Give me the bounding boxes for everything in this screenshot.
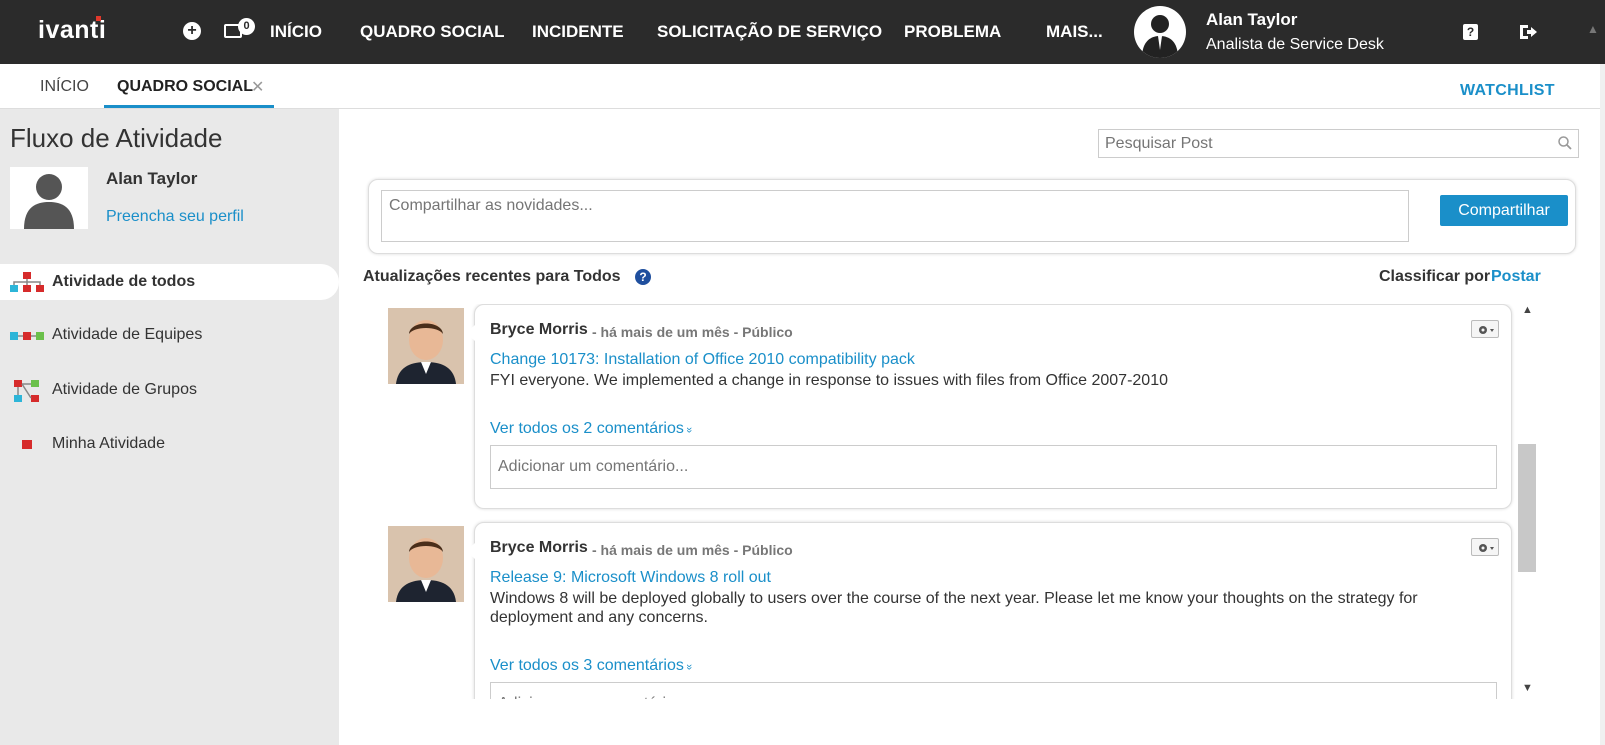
post-author[interactable]: Bryce Morris: [490, 321, 588, 339]
sort-label: Classificar por: [1379, 268, 1491, 285]
post-body: Windows 8 will be deployed globally to u…: [490, 590, 1418, 626]
nav-quadro-social[interactable]: QUADRO SOCIAL: [360, 22, 505, 42]
sidebar-item-label: Atividade de todos: [52, 273, 196, 290]
plus-icon[interactable]: +: [183, 22, 201, 40]
page-scrollbar[interactable]: [1600, 64, 1605, 745]
activity-feed: Bryce Morris - há mais de um mês - Públi…: [339, 304, 1539, 699]
author-photo-icon: [388, 526, 464, 602]
post-meta: - há mais de um mês - Público: [592, 542, 793, 558]
gear-dropdown-icon: [1479, 544, 1494, 552]
team-activity-icon: [10, 332, 44, 340]
post-body: FYI everyone. We implemented a change in…: [490, 372, 1168, 389]
tab-bar: INÍCIO QUADRO SOCIAL ✕ WATCHLIST: [0, 64, 1600, 109]
main-content: Compartilhar Atualizações recentes para …: [339, 109, 1600, 745]
watchlist-link[interactable]: WATCHLIST: [1460, 82, 1555, 100]
user-role: Analista de Service Desk: [1206, 36, 1384, 53]
gear-icon[interactable]: [1471, 538, 1499, 556]
share-input[interactable]: [381, 190, 1409, 242]
post-author[interactable]: Bryce Morris: [490, 539, 588, 557]
top-navigation-bar: ivanti + 0 INÍCIO QUADRO SOCIAL INCIDENT…: [0, 0, 1605, 64]
post-card: Bryce Morris - há mais de um mês - Públi…: [466, 304, 1512, 509]
scroll-down-icon[interactable]: ▼: [1522, 682, 1533, 694]
post-search: [1098, 129, 1579, 158]
nav-mais[interactable]: MAIS...: [1046, 22, 1103, 42]
sidebar-item-label: Minha Atividade: [52, 435, 165, 452]
card-pointer: [466, 543, 475, 559]
post-card: Bryce Morris - há mais de um mês - Públi…: [466, 522, 1512, 699]
group-activity-icon: [14, 380, 39, 402]
complete-profile-link[interactable]: Preencha seu perfil: [106, 208, 244, 226]
chevron-down-icon[interactable]: »: [683, 664, 695, 670]
help-icon[interactable]: ?: [1463, 24, 1478, 40]
share-card: Compartilhar: [368, 179, 1576, 254]
post-title-link[interactable]: Change 10173: Installation of Office 201…: [490, 351, 915, 369]
sidebar-user-name: Alan Taylor: [106, 169, 198, 188]
feed-scrollbar[interactable]: ▲ ▼: [1517, 304, 1537, 699]
sidebar-title: Fluxo de Atividade: [10, 123, 223, 153]
logout-icon[interactable]: [1518, 22, 1538, 42]
user-silhouette-icon: [1142, 15, 1178, 58]
chat-count-badge: 0: [238, 18, 255, 35]
card-pointer: [466, 325, 475, 341]
sidebar-item-my-activity[interactable]: Minha Atividade: [0, 426, 339, 462]
updates-title: Atualizações recentes para Todos: [363, 268, 621, 285]
tab-inicio[interactable]: INÍCIO: [40, 78, 89, 96]
author-photo-icon: [388, 308, 464, 384]
share-button[interactable]: Compartilhar: [1440, 195, 1568, 226]
post-meta: - há mais de um mês - Público: [592, 324, 793, 340]
active-tab-indicator: [104, 105, 274, 108]
nav-solicitacao-servico[interactable]: SOLICITAÇÃO DE SERVIÇO: [657, 22, 882, 42]
chevron-down-icon[interactable]: »: [683, 427, 695, 433]
post-author-avatar[interactable]: [388, 526, 464, 602]
sidebar-item-all-activity[interactable]: Atividade de todos: [0, 264, 339, 300]
scroll-up-icon[interactable]: ▲: [1587, 22, 1599, 36]
close-tab-icon[interactable]: ✕: [251, 77, 264, 97]
scrollbar-thumb[interactable]: [1518, 444, 1536, 572]
logo-accent: [96, 16, 101, 21]
my-activity-icon: [22, 440, 32, 449]
profile-avatar[interactable]: [10, 167, 88, 229]
comment-input[interactable]: [490, 445, 1497, 489]
all-activity-icon: [10, 272, 44, 292]
comment-input[interactable]: [490, 682, 1497, 699]
activity-sidebar: Fluxo de Atividade Alan Taylor Preencha …: [0, 109, 339, 745]
sidebar-item-label: Atividade de Grupos: [52, 381, 197, 398]
search-icon[interactable]: [1558, 136, 1572, 150]
nav-incidente[interactable]: INCIDENTE: [532, 22, 624, 42]
user-name[interactable]: Alan Taylor: [1206, 10, 1297, 30]
view-comments-link[interactable]: Ver todos os 3 comentários»: [490, 657, 695, 675]
sidebar-item-group-activity[interactable]: Atividade de Grupos: [0, 372, 339, 408]
nav-problema[interactable]: PROBLEMA: [904, 22, 1001, 42]
default-avatar-icon: [10, 167, 88, 229]
post-author-avatar[interactable]: [388, 308, 464, 384]
view-comments-link[interactable]: Ver todos os 2 comentários»: [490, 420, 695, 438]
help-icon[interactable]: ?: [635, 269, 651, 285]
gear-icon[interactable]: [1471, 320, 1499, 338]
search-input[interactable]: [1099, 130, 1539, 157]
nav-inicio[interactable]: INÍCIO: [270, 22, 322, 42]
tab-quadro-social[interactable]: QUADRO SOCIAL: [117, 78, 253, 96]
scroll-up-icon[interactable]: ▲: [1522, 304, 1533, 316]
sort-option-link[interactable]: Postar: [1491, 268, 1541, 286]
user-avatar[interactable]: [1134, 6, 1186, 58]
gear-dropdown-icon: [1479, 326, 1494, 334]
sidebar-item-team-activity[interactable]: Atividade de Equipes: [0, 317, 339, 353]
sidebar-item-label: Atividade de Equipes: [52, 326, 203, 343]
ivanti-logo[interactable]: ivanti: [38, 16, 106, 45]
post-title-link[interactable]: Release 9: Microsoft Windows 8 roll out: [490, 569, 771, 587]
